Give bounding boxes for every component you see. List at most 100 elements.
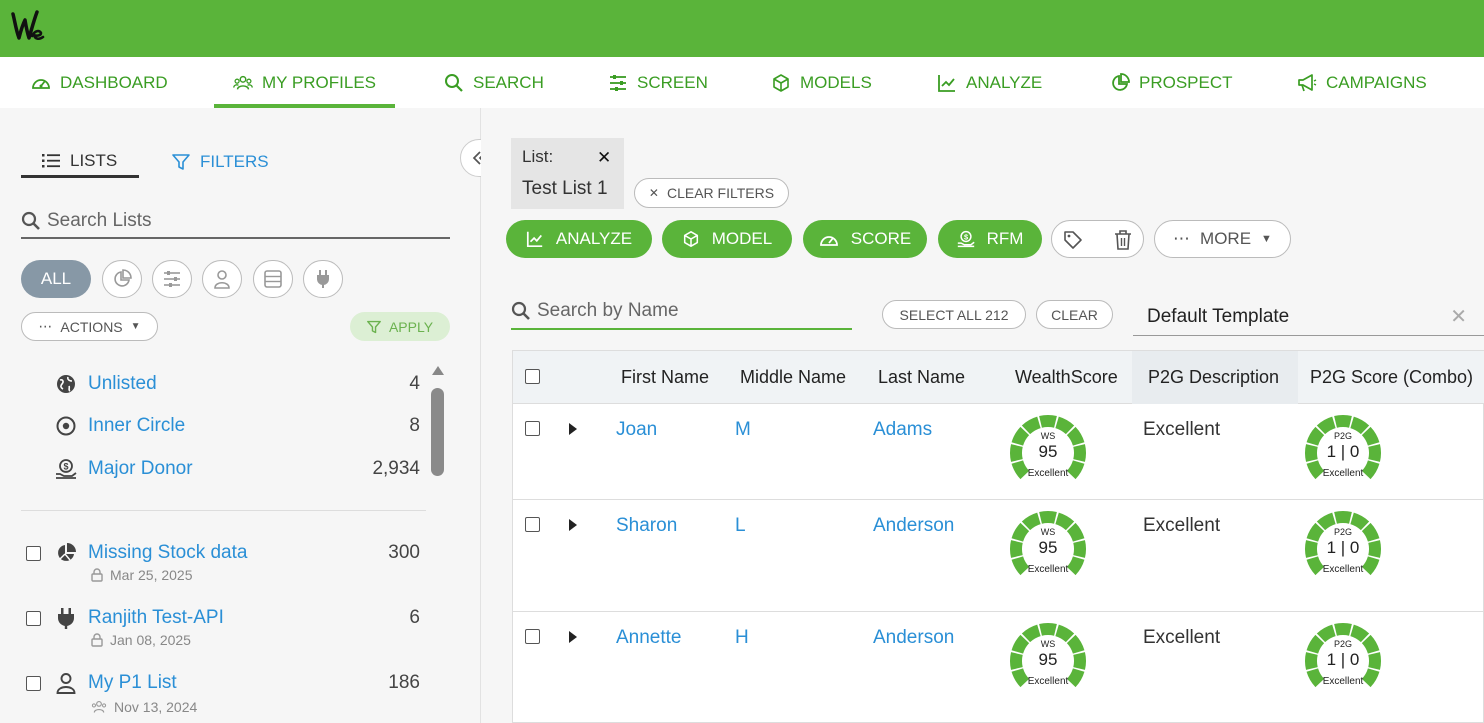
select-all-checkbox[interactable] (525, 369, 540, 384)
table-row[interactable]: Annette H Anderson Excellent WS 95 Excellent P2… (513, 612, 1484, 723)
column-first-name[interactable]: First Name (621, 351, 709, 404)
nav-campaigns-label: CAMPAIGNS (1326, 72, 1427, 92)
column-last-name[interactable]: Last Name (878, 351, 965, 404)
filter-chip-api[interactable] (303, 260, 343, 298)
list-item-missing-stock-data[interactable]: Missing Stock data 300 Mar 25, 2025 (0, 539, 425, 583)
search-by-name-placeholder: Search by Name (537, 300, 679, 321)
search-lists-input[interactable]: Search Lists (21, 204, 450, 239)
list-checkbox[interactable] (26, 610, 41, 626)
gauge-segment (1316, 416, 1336, 435)
clear-button[interactable]: CLEAR (1036, 300, 1113, 329)
ws-gauge-desc: Excellent (1027, 676, 1069, 687)
list-item-unlisted[interactable]: Unlisted 4 (0, 370, 425, 398)
clear-filters-button[interactable]: ✕ CLEAR FILTERS (634, 178, 789, 208)
dashboard-gauge-icon (32, 78, 50, 89)
middle-name-cell[interactable]: H (735, 627, 749, 649)
scroll-up-arrow-icon[interactable] (432, 366, 444, 375)
row-checkbox[interactable] (525, 517, 540, 532)
actions-dropdown[interactable]: ⋯ ACTIONS ▼ (21, 312, 158, 341)
sidebar-scrollbar[interactable] (430, 366, 446, 723)
server-icon (264, 270, 282, 288)
template-select[interactable]: Default Template ✕ (1133, 298, 1484, 336)
analyze-button[interactable]: ANALYZE (506, 220, 652, 258)
filter-chip-prospect[interactable] (102, 260, 142, 298)
table-row[interactable]: Sharon L Anderson Excellent WS 95 Excellent P2G… (513, 500, 1484, 612)
column-p2g-description[interactable]: P2G Description (1132, 351, 1298, 404)
column-p2g-score-combo[interactable]: P2G Score (Combo) (1310, 351, 1473, 404)
nav-screen[interactable]: SCREEN (608, 57, 708, 108)
analyze-label: ANALYZE (555, 229, 633, 248)
score-button[interactable]: SCORE (803, 220, 927, 258)
ws-gauge-value: 95 (1038, 650, 1058, 669)
middle-name-cell[interactable]: M (735, 419, 751, 441)
nav-search[interactable]: SEARCH (444, 57, 544, 108)
select-all-button[interactable]: SELECT ALL 212 (882, 300, 1026, 329)
search-by-name-input[interactable]: Search by Name (511, 294, 852, 330)
list-name[interactable]: Missing Stock data (88, 542, 247, 564)
scroll-thumb[interactable] (431, 388, 444, 476)
list-item-major-donor[interactable]: $ Major Donor 2,934 (0, 455, 425, 483)
apply-button[interactable]: APPLY (350, 312, 450, 341)
row-checkbox[interactable] (525, 629, 540, 644)
list-checkbox[interactable] (26, 675, 41, 691)
list-name[interactable]: Unlisted (88, 373, 157, 395)
middle-name-cell[interactable]: L (735, 515, 746, 537)
nav-my-profiles[interactable]: MY PROFILES (214, 57, 395, 108)
ws-gauge-value: 95 (1038, 442, 1058, 461)
filter-chip-all[interactable]: ALL (21, 260, 91, 298)
tab-filters[interactable]: FILTERS (172, 146, 269, 178)
row-checkbox[interactable] (525, 421, 540, 436)
column-label: P2G Score (Combo) (1310, 367, 1474, 387)
expand-caret-icon[interactable] (569, 423, 577, 435)
column-wealthscore[interactable]: WealthScore (1015, 351, 1118, 404)
list-name[interactable]: Ranjith Test-API (88, 607, 224, 629)
gauge-segment (1334, 623, 1352, 636)
first-name-cell[interactable]: Joan (616, 419, 657, 441)
filter-chip-screen[interactable] (152, 260, 192, 298)
list-name[interactable]: My P1 List (88, 672, 177, 694)
last-name-cell[interactable]: Anderson (873, 515, 954, 537)
model-button[interactable]: MODEL (662, 220, 792, 258)
expand-caret-icon[interactable] (569, 519, 577, 531)
expand-caret-icon[interactable] (569, 631, 577, 643)
nav-search-label: SEARCH (473, 72, 544, 92)
donation-hand-icon: $ (56, 459, 77, 479)
column-middle-name[interactable]: Middle Name (740, 351, 846, 404)
rfm-button[interactable]: $ RFM (938, 220, 1042, 258)
list-name[interactable]: Major Donor (88, 458, 193, 480)
tab-lists[interactable]: LISTS (21, 146, 139, 178)
lock-icon (91, 568, 103, 582)
filter-chip-database[interactable] (253, 260, 293, 298)
nav-models[interactable]: MODELS (771, 57, 872, 108)
first-name-cell[interactable]: Annette (616, 627, 682, 649)
list-chip-value: Test List 1 (522, 178, 608, 199)
first-name-cell[interactable]: Sharon (616, 515, 677, 537)
pie-chart-icon (58, 543, 76, 561)
list-item-inner-circle[interactable]: Inner Circle 8 (0, 412, 425, 440)
close-icon[interactable]: ✕ (1450, 304, 1467, 329)
nav-my-profiles-label: MY PROFILES (262, 72, 376, 92)
nav-analyze[interactable]: ANALYZE (937, 57, 1042, 108)
list-name[interactable]: Inner Circle (88, 415, 185, 437)
list-item-ranjith-test-api[interactable]: Ranjith Test-API 6 Jan 08, 2025 (0, 604, 425, 648)
list-meta: Nov 13, 2024 (90, 699, 197, 715)
svg-text:$: $ (964, 232, 968, 241)
we-logo[interactable] (10, 8, 46, 44)
last-name-cell[interactable]: Anderson (873, 627, 954, 649)
list-item-my-p1-list[interactable]: My P1 List 186 Nov 13, 2024 (0, 669, 425, 715)
nav-campaigns[interactable]: CAMPAIGNS (1297, 57, 1427, 108)
clear-label: CLEAR (1051, 306, 1098, 323)
list-checkbox[interactable] (26, 545, 41, 561)
table-row[interactable]: Joan M Adams Excellent WS 95 Excellent P2G 1 | 0… (513, 404, 1484, 500)
nav-prospect[interactable]: PROSPECT (1110, 57, 1233, 108)
list-meta: Jan 08, 2025 (90, 632, 191, 648)
search-icon (511, 301, 530, 320)
more-dropdown[interactable]: ⋯ MORE ▼ (1154, 220, 1291, 258)
last-name-cell[interactable]: Adams (873, 419, 932, 441)
nav-dashboard[interactable]: DASHBOARD (31, 57, 168, 108)
tag-icon[interactable] (1063, 230, 1083, 255)
close-icon[interactable]: ✕ (597, 148, 611, 168)
filter-chip-user[interactable] (202, 260, 242, 298)
ws-gauge-label: WS (1040, 527, 1056, 537)
trash-icon[interactable] (1114, 230, 1132, 255)
